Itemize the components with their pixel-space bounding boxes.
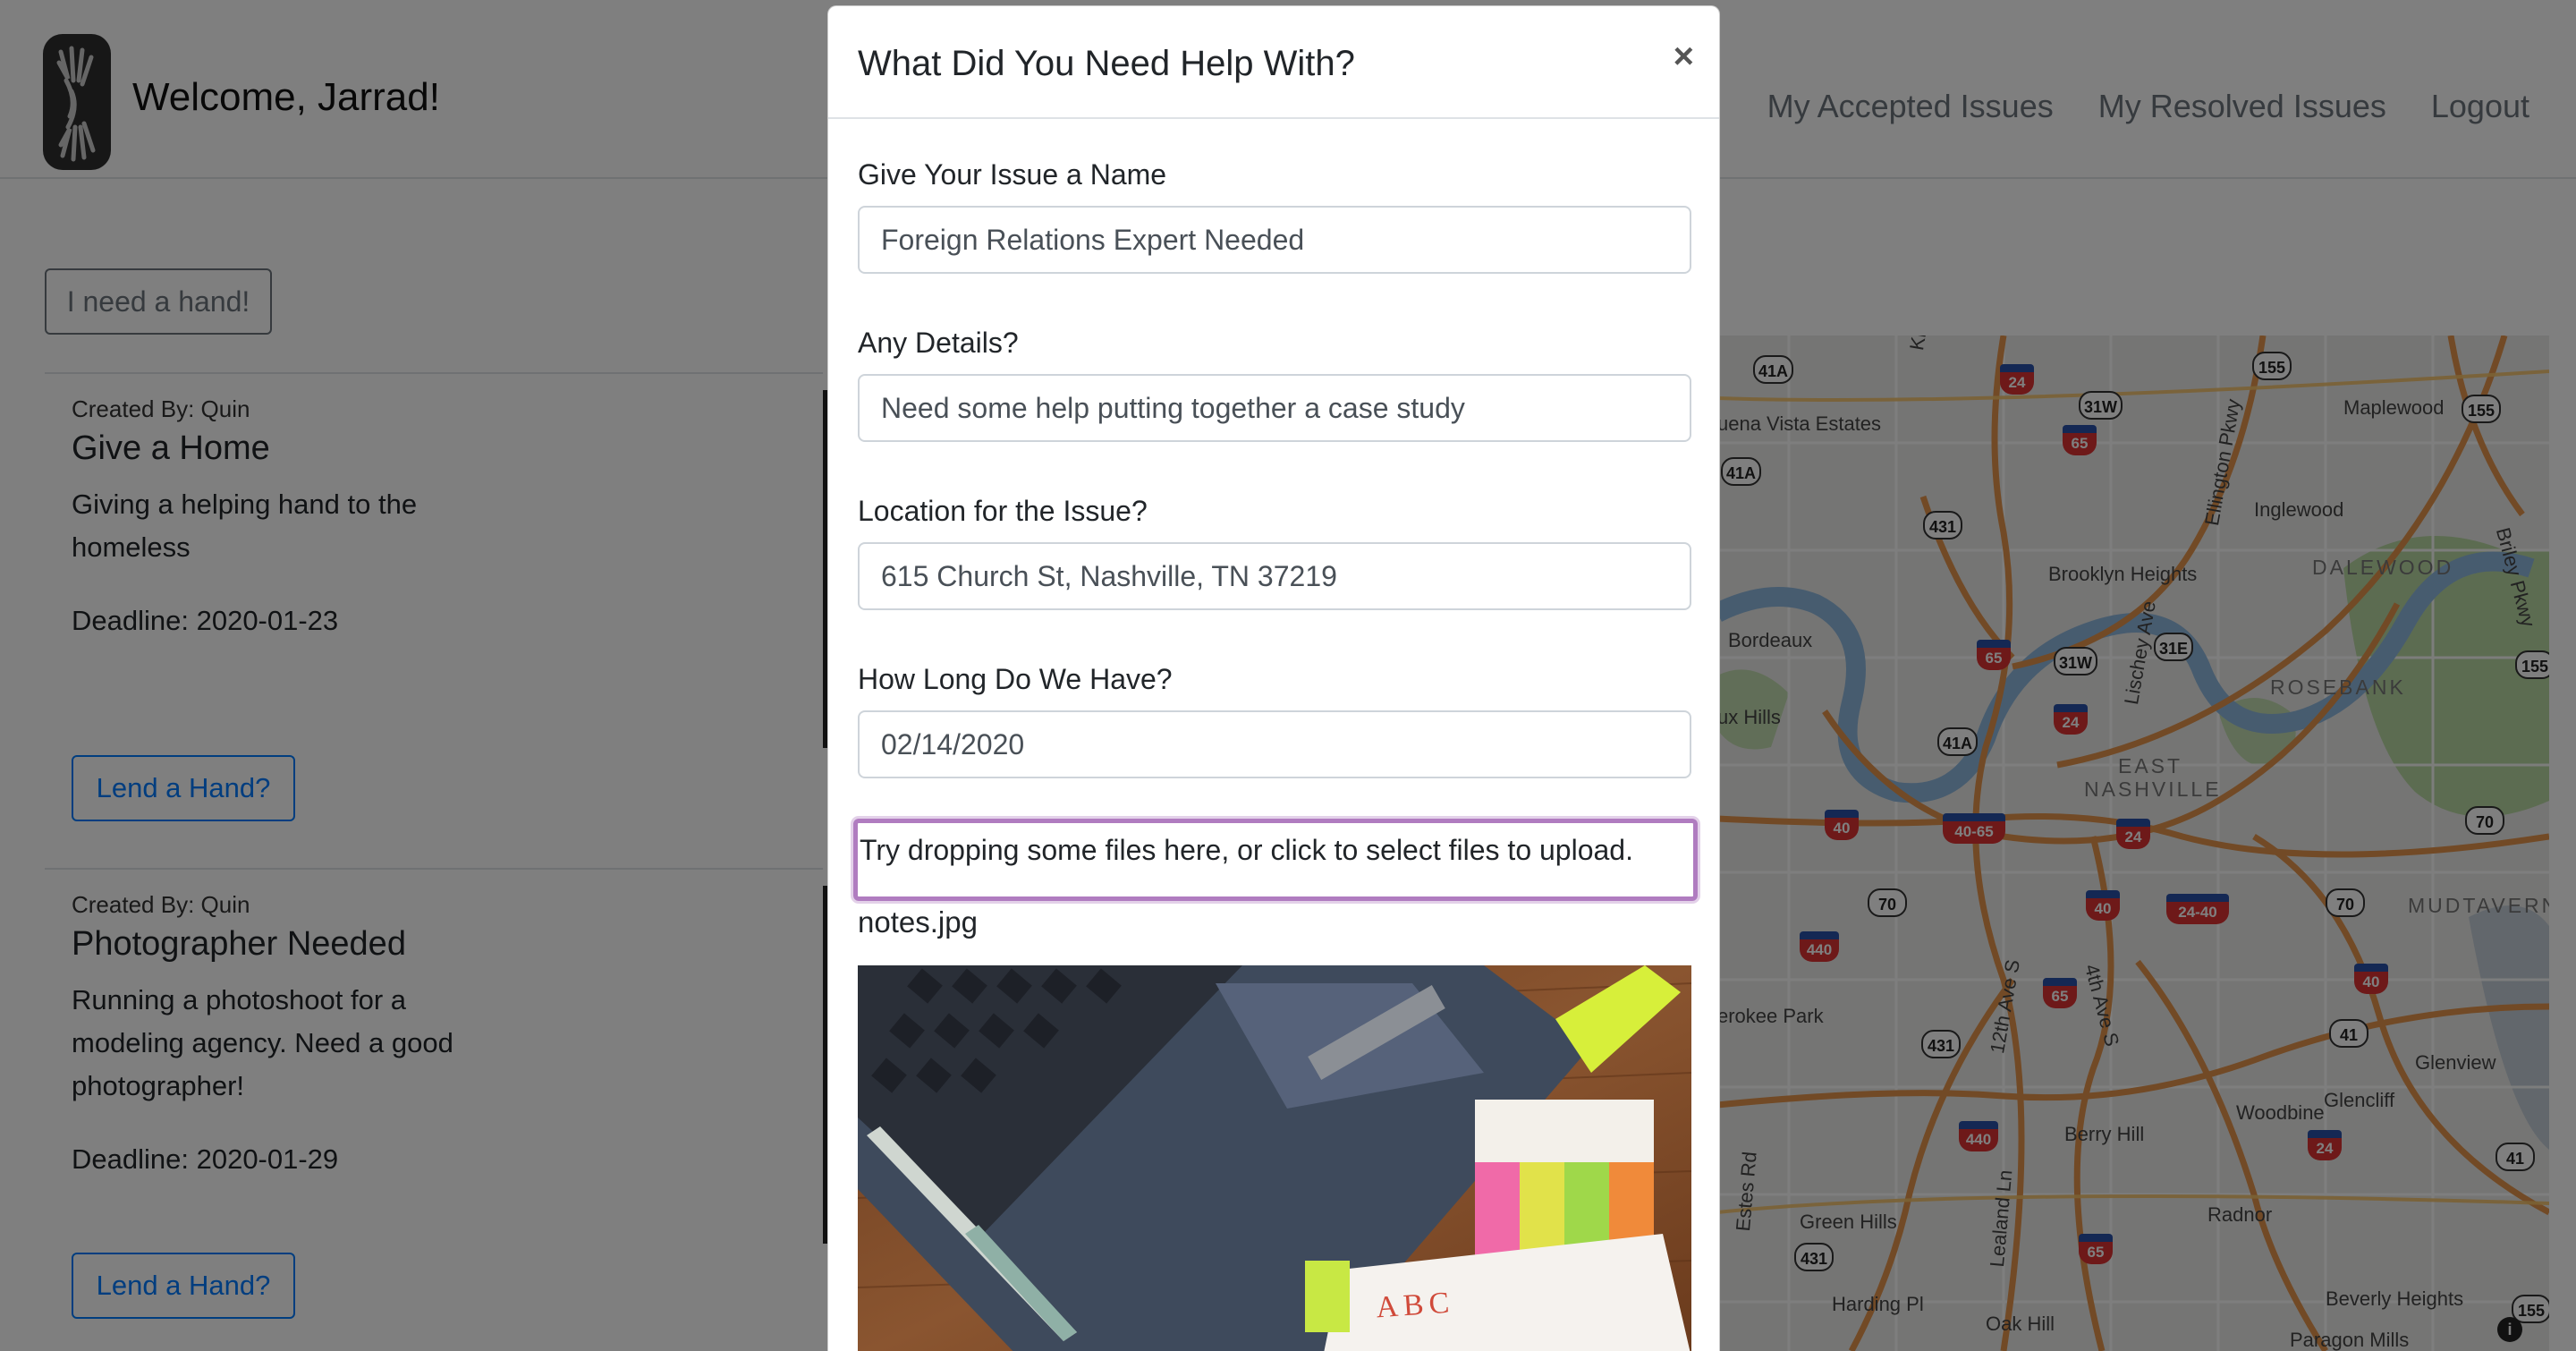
dropzone-text: Try dropping some files here, or click t… — [860, 834, 1633, 866]
location-input[interactable] — [858, 542, 1691, 610]
issue-modal: What Did You Need Help With? × Give Your… — [827, 5, 1720, 1351]
file-dropzone[interactable]: Try dropping some files here, or click t… — [853, 819, 1698, 901]
preview-notebook-text: ABC — [1375, 1286, 1455, 1324]
modal-header: What Did You Need Help With? × — [828, 6, 1719, 119]
uploaded-file-name: notes.jpg — [858, 905, 978, 939]
modal-title: What Did You Need Help With? — [858, 44, 1355, 83]
issue-name-input[interactable] — [858, 206, 1691, 274]
deadline-label: How Long Do We Have? — [858, 663, 1173, 695]
details-input[interactable] — [858, 374, 1691, 442]
issue-name-label: Give Your Issue a Name — [858, 158, 1167, 191]
location-label: Location for the Issue? — [858, 495, 1148, 527]
page: Welcome, Jarrad! es My Accepted Issues M… — [0, 0, 2576, 1351]
deadline-date-input[interactable] — [858, 710, 1691, 778]
file-preview-image: ABC — [858, 965, 1691, 1351]
close-icon[interactable]: × — [1674, 38, 1694, 74]
details-label: Any Details? — [858, 327, 1019, 359]
